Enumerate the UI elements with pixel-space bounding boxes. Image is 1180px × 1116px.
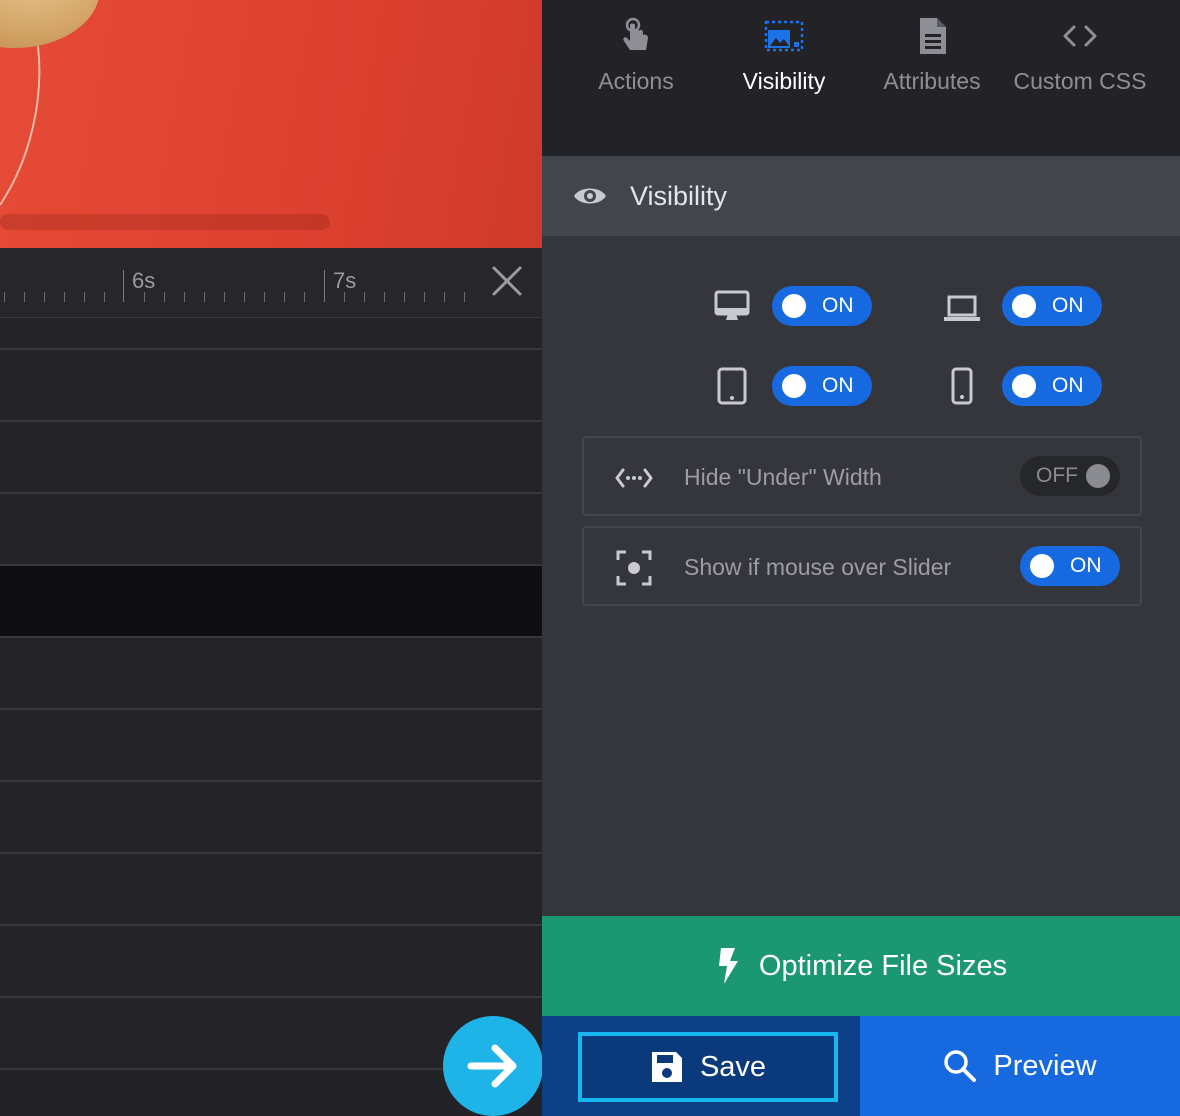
toggle-tablet[interactable]: ON [772,366,872,406]
ruler-minor-tick [84,292,85,302]
save-label: Save [699,1050,767,1083]
option-label: Hide "Under" Width [684,464,882,490]
layer-shadow [0,214,330,230]
ruler-label-6s: 6s [132,268,156,293]
toggle-state: OFF [1036,464,1078,487]
section-title: Visibility [630,180,728,211]
option-show-mouse-over: Show if mouse over Slider ON [582,526,1142,606]
tab-visibility[interactable]: Visibility [710,0,858,130]
track-row[interactable] [0,926,542,998]
eye-icon [574,188,606,204]
toggle-mobile[interactable]: ON [1002,366,1102,406]
ruler-minor-tick [284,292,285,302]
code-icon [1063,25,1097,47]
ruler-minor-tick [184,292,185,302]
toggle-knob [1012,374,1036,398]
width-arrows-icon [615,468,653,488]
toggle-knob [1012,294,1036,318]
arrow-right-icon [467,1044,517,1088]
settings-tabbar: Actions Visibility Attributes Custom CSS [542,0,1180,156]
ruler-major-tick [324,270,325,302]
option-label: Show if mouse over Slider [684,554,952,580]
ruler-major-tick [123,270,124,302]
ruler-minor-tick [444,292,445,302]
timeline-pane: 6s 7s [0,0,542,1116]
toggle-state: ON [822,374,854,397]
ruler-minor-tick [364,292,365,302]
ruler-minor-tick [64,292,65,302]
section-header-visibility[interactable]: Visibility [542,156,1180,236]
optimize-file-sizes-button[interactable]: Optimize File Sizes [542,916,1180,1016]
track-row[interactable] [0,854,542,926]
floppy-disk-icon [651,1052,682,1082]
ruler-minor-tick [24,292,25,302]
laptop-icon [944,295,980,321]
toggle-laptop[interactable]: ON [1002,286,1102,326]
ruler-minor-tick [224,292,225,302]
toggle-knob [782,294,806,318]
preview-button[interactable]: Preview [860,1016,1180,1116]
timeline-ruler[interactable]: 6s 7s [0,248,542,318]
toggle-knob [782,374,806,398]
ruler-minor-tick [44,292,45,302]
document-icon [920,18,946,54]
ruler-minor-tick [384,292,385,302]
tab-label: Custom CSS [1013,68,1147,94]
track-row[interactable] [0,494,542,566]
tab-actions[interactable]: Actions [562,0,710,130]
layer-path-curve [0,45,41,206]
track-row[interactable] [0,710,542,782]
tab-label: Visibility [742,68,826,94]
search-icon [944,1050,977,1082]
ruler-minor-tick [164,292,165,302]
touch-icon [623,17,648,50]
track-row[interactable] [0,638,542,710]
tablet-icon [717,367,747,405]
mobile-icon [951,367,973,405]
next-step-button[interactable] [443,1016,542,1116]
tab-attributes[interactable]: Attributes [858,0,1006,130]
ruler-minor-tick [304,292,305,302]
toggle-knob [1086,464,1110,488]
toggle-hide-under-width[interactable]: OFF [1020,456,1120,496]
track-row[interactable] [0,318,542,350]
ruler-label-7s: 7s [333,268,357,293]
toggle-state: ON [1052,374,1084,397]
toggle-show-mouse-over[interactable]: ON [1020,546,1120,586]
track-row[interactable] [0,782,542,854]
save-button[interactable]: Save [578,1032,838,1102]
toggle-state: ON [822,294,854,317]
close-icon[interactable] [490,264,524,298]
optimize-label: Optimize File Sizes [758,949,1008,982]
ruler-minor-tick [204,292,205,302]
toggle-state: ON [1070,554,1102,577]
ruler-minor-tick [104,292,105,302]
focus-icon [616,550,652,586]
timeline-tracks [0,318,542,1070]
ruler-minor-tick [264,292,265,302]
preview-label: Preview [993,1049,1097,1082]
tab-custom-css[interactable]: Custom CSS [1006,0,1154,130]
track-row[interactable] [0,422,542,494]
toggle-desktop[interactable]: ON [772,286,872,326]
desktop-icon [714,290,750,320]
save-bar: Save [542,1016,860,1116]
tab-label: Attributes [883,68,981,94]
lightning-icon [718,948,738,984]
track-row[interactable] [0,350,542,422]
option-hide-under-width: Hide "Under" Width OFF [582,436,1142,516]
tab-label: Actions [598,68,674,94]
ruler-minor-tick [464,292,465,302]
ruler-minor-tick [424,292,425,302]
layer-settings-panel: Actions Visibility Attributes Custom CSS… [542,0,1180,1116]
ruler-minor-tick [244,292,245,302]
slide-canvas-preview[interactable] [0,0,542,248]
image-select-icon [764,20,804,52]
ruler-minor-tick [404,292,405,302]
track-row-selected[interactable] [0,566,542,638]
toggle-knob [1030,554,1054,578]
ruler-minor-tick [4,292,5,302]
toggle-state: ON [1052,294,1084,317]
